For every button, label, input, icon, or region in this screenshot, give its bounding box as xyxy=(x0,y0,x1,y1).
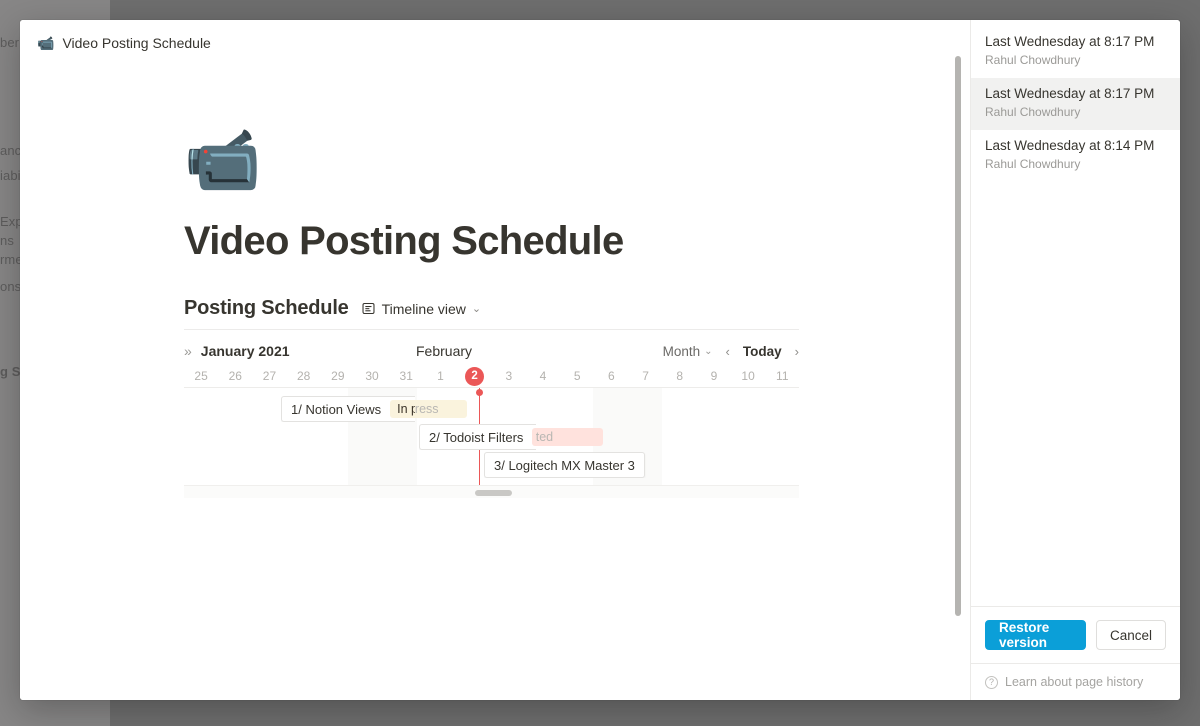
timeline-today-button[interactable]: Today xyxy=(743,344,782,359)
cancel-button[interactable]: Cancel xyxy=(1095,620,1166,650)
timeline-hscrollbar-thumb[interactable] xyxy=(475,490,512,496)
version-preview-pane: 📹 Video Posting Schedule 📹 Video Posting… xyxy=(20,20,970,700)
timeline-day-today: 2 xyxy=(458,365,492,387)
timeline-day: 30 xyxy=(365,369,379,383)
preview-breadcrumb-bar: 📹 Video Posting Schedule xyxy=(20,20,970,65)
chevron-down-icon: ⌄ xyxy=(471,303,482,315)
timeline-day: 4 xyxy=(539,369,547,383)
timeline-day: 31 xyxy=(399,369,413,383)
version-author: Rahul Chowdhury xyxy=(985,157,1081,172)
breadcrumb[interactable]: 📹 Video Posting Schedule xyxy=(37,35,211,51)
timeline-item[interactable]: 2/ Todoist Filters Not started xyxy=(419,424,536,450)
timeline-day: 25 xyxy=(194,369,208,383)
background-text-fragment: g S xyxy=(0,364,21,379)
restore-version-button[interactable]: Restore version xyxy=(985,620,1086,650)
timeline-item-title: 2/ Todoist Filters xyxy=(429,429,524,445)
timeline-view-icon xyxy=(361,301,376,316)
timeline-item-clip: 1/ Notion Views In progress xyxy=(281,396,415,422)
version-author: Rahul Chowdhury xyxy=(985,105,1081,120)
page-history-dialog: 📹 Video Posting Schedule 📹 Video Posting… xyxy=(20,20,1180,700)
video-camera-emoji: 📹 xyxy=(37,34,55,51)
version-list-item[interactable]: Last Wednesday at 8:14 PM Rahul Chowdhury xyxy=(971,130,1180,182)
version-list: Last Wednesday at 8:17 PM Rahul Chowdhury… xyxy=(971,20,1180,606)
timeline-day: 9 xyxy=(710,369,718,383)
page-icon[interactable]: 📹 xyxy=(184,123,261,199)
view-label: Timeline view xyxy=(381,300,466,317)
timeline-day: 7 xyxy=(642,369,649,383)
timeline-month-mid: February xyxy=(416,343,473,359)
timeline-grid[interactable]: In progress1/ Notion Views In progress Not… xyxy=(184,387,799,485)
timeline-day-ruler: 25 26 27 28 29 30 31 1 2 3 4 5 6 7 8 9 10 11 xyxy=(184,365,799,387)
learn-about-page-history-link[interactable]: ? Learn about page history xyxy=(971,663,1180,700)
timeline-item-clip: 2/ Todoist Filters Not started xyxy=(419,424,536,450)
timeline-day: 28 xyxy=(296,369,311,383)
timeline-day: 3 xyxy=(505,369,513,383)
background-text-fragment: ns xyxy=(0,233,14,248)
learn-label: Learn about page history xyxy=(1005,675,1144,689)
version-timestamp: Last Wednesday at 8:17 PM xyxy=(985,34,1155,49)
timeline-day: 27 xyxy=(262,369,277,383)
background-text-fragment: ber xyxy=(0,35,20,50)
document-body: 📹 Video Posting Schedule Posting Schedul… xyxy=(20,123,970,498)
version-list-item[interactable]: Last Wednesday at 8:17 PM Rahul Chowdhury xyxy=(971,78,1180,131)
chevron-down-icon: ⌄ xyxy=(704,345,713,357)
view-selector[interactable]: Timeline view ⌄ xyxy=(361,300,482,317)
timeline-item[interactable]: 1/ Notion Views In progress xyxy=(281,396,415,422)
timeline-day: 5 xyxy=(573,369,581,383)
page-title[interactable]: Video Posting Schedule xyxy=(184,219,970,263)
timeline-zoom-label: Month xyxy=(662,343,701,359)
timeline-day: 26 xyxy=(228,369,242,383)
timeline-day: 11 xyxy=(776,369,789,383)
timeline-day: 6 xyxy=(608,369,615,383)
version-history-pane: Last Wednesday at 8:17 PM Rahul Chowdhury… xyxy=(970,20,1180,700)
database-header: Posting Schedule Timeline view ⌄ xyxy=(184,297,799,330)
background-text-fragment: ons xyxy=(0,279,22,294)
today-badge: 2 xyxy=(465,367,485,387)
collapse-sidebar-icon[interactable]: » xyxy=(184,344,192,358)
timeline-item-title: 3/ Logitech MX Master 3 xyxy=(494,457,635,473)
timeline-controls: Month ⌄ ‹ Today › xyxy=(663,344,799,359)
timeline-item-status-badge: Not started xyxy=(532,428,536,446)
timeline-prev-button[interactable]: ‹ xyxy=(726,344,730,359)
timeline-today-dot xyxy=(475,389,483,396)
timeline-day: 1 xyxy=(437,369,444,383)
version-author: Rahul Chowdhury xyxy=(985,53,1081,68)
inline-database: Posting Schedule Timeline view ⌄ » Janua… xyxy=(184,297,799,498)
timeline-item-status-badge: In progress xyxy=(390,400,415,418)
preview-scrollbar-track[interactable] xyxy=(952,20,964,700)
timeline-day: 8 xyxy=(676,369,684,383)
background-text-fragment: iabi xyxy=(0,168,21,183)
timeline-zoom-selector[interactable]: Month ⌄ xyxy=(663,344,713,359)
history-actions: Restore version Cancel xyxy=(971,606,1180,663)
timeline-toolbar: » January 2021 February Month ⌄ ‹ Today … xyxy=(184,337,799,365)
version-timestamp: Last Wednesday at 8:17 PM xyxy=(985,86,1155,102)
timeline-item-title: 1/ Notion Views xyxy=(291,401,382,417)
background-text-fragment: anc xyxy=(0,143,22,158)
question-mark-icon: ? xyxy=(985,675,998,689)
version-list-item[interactable]: Last Wednesday at 8:17 PM Rahul Chowdhury xyxy=(971,26,1180,78)
timeline-item[interactable]: 3/ Logitech MX Master 3 xyxy=(484,452,645,478)
timeline-item-clip: 3/ Logitech MX Master 3 xyxy=(484,452,656,478)
timeline-month-left: January 2021 xyxy=(200,343,290,359)
timeline-next-button[interactable]: › xyxy=(795,344,799,359)
preview-scrollbar-thumb[interactable] xyxy=(955,56,961,616)
breadcrumb-title: Video Posting Schedule xyxy=(62,34,211,51)
timeline-hscrollbar-track[interactable] xyxy=(184,485,799,498)
timeline-day: 10 xyxy=(741,369,755,383)
version-timestamp: Last Wednesday at 8:14 PM xyxy=(985,138,1155,154)
timeline-day: 29 xyxy=(331,369,345,383)
database-title[interactable]: Posting Schedule xyxy=(184,297,349,320)
